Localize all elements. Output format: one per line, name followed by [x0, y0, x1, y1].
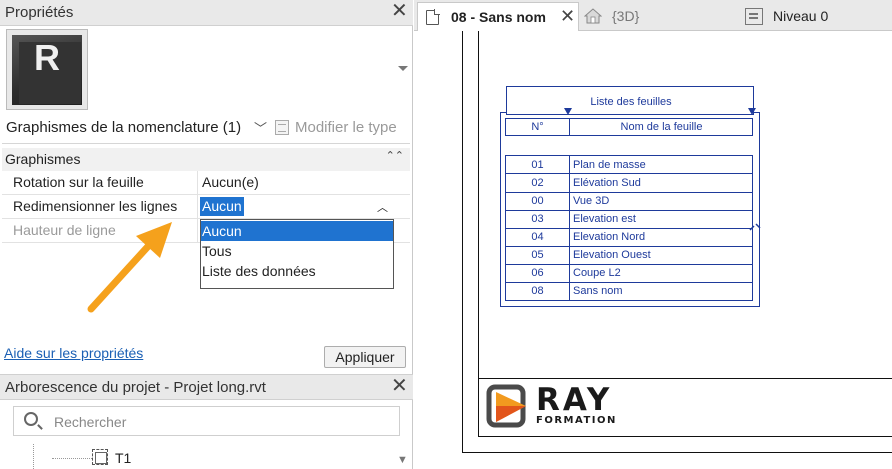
edit-type-icon	[275, 120, 289, 135]
schedule-row: 05 Elevation Ouest	[505, 246, 753, 265]
search-icon	[24, 412, 38, 426]
type-selector-label: Graphismes de la nomenclature (1)	[6, 119, 242, 136]
sheet-inner-border-bottom	[478, 436, 892, 437]
tab-sheet-08[interactable]: 08 - Sans nom ✕	[417, 2, 579, 31]
sheet-name: Coupe L2	[573, 267, 621, 279]
sheet-name: Sans nom	[573, 285, 623, 297]
sheet-name: Elevation est	[573, 213, 636, 225]
close-icon[interactable]: ✕	[391, 1, 408, 21]
project-browser-search[interactable]: Rechercher	[13, 406, 400, 436]
column-header-name: Nom de la feuille	[620, 121, 703, 133]
sheet-number: 02	[506, 174, 570, 192]
properties-header: Propriétés ✕	[0, 0, 413, 26]
logo-sub-text: FORMATION	[536, 415, 617, 426]
group-label: Graphismes	[5, 151, 81, 167]
collapse-icon[interactable]: ⌃⌃	[386, 149, 404, 162]
floor-plan-icon	[745, 8, 763, 25]
edit-type-button[interactable]: Modifier le type	[272, 116, 410, 140]
ray-formation-logo: RAY FORMATION	[486, 384, 616, 430]
schedule-title-cell[interactable]: Liste des feuilles	[506, 86, 754, 115]
help-properties-link[interactable]: Aide sur les propriétés	[4, 345, 143, 361]
view-tabs: 08 - Sans nom ✕ {3D} Niveau 0	[414, 0, 892, 31]
edit-type-label: Modifier le type	[295, 119, 397, 136]
schedule-row: 04 Elevation Nord	[505, 228, 753, 247]
sheet-name: Elevation Ouest	[573, 249, 651, 261]
property-name: Redimensionner les lignes	[13, 198, 178, 214]
sheet-number: 01	[506, 156, 570, 174]
chevron-down-icon[interactable]: ﹀	[254, 118, 267, 137]
chevron-up-icon[interactable]: ︿	[377, 199, 388, 215]
close-tab-icon[interactable]: ✕	[560, 6, 575, 27]
ray-logo-icon	[486, 384, 526, 428]
split-handle-icon[interactable]	[748, 220, 762, 234]
tab-label: 08 - Sans nom	[451, 9, 546, 25]
property-row-rotation[interactable]: Rotation sur la feuille Aucun(e)	[2, 171, 410, 195]
type-selector[interactable]: Graphismes de la nomenclature (1) ﹀	[2, 116, 268, 140]
schedule-row: 02 Elévation Sud	[505, 174, 753, 193]
tab-label: Niveau 0	[773, 8, 829, 24]
column-header-num: N°	[506, 119, 570, 135]
property-name: Rotation sur la feuille	[13, 174, 144, 190]
resize-grip-icon[interactable]	[564, 108, 572, 115]
sheet-border	[462, 31, 463, 453]
dropdown-option-liste-donnees[interactable]: Liste des données	[201, 261, 393, 281]
apply-button[interactable]: Appliquer	[324, 346, 406, 368]
group-header-graphismes[interactable]: Graphismes ⌃⌃	[2, 148, 410, 171]
sheet-number: 08	[506, 282, 570, 300]
project-browser-header: Arborescence du projet - Projet long.rvt…	[0, 374, 413, 400]
sheet-border-bottom	[462, 452, 892, 453]
sheet-inner-border	[478, 31, 479, 437]
schedule-row: 08 Sans nom	[505, 282, 753, 301]
schedule-title: Liste des feuilles	[590, 96, 672, 108]
sheet-number: 06	[506, 264, 570, 282]
properties-title: Propriétés	[5, 4, 74, 21]
tab-label: {3D}	[612, 8, 640, 24]
schedule-row: 03 Elevation est	[505, 210, 753, 229]
sheet-name: Vue 3D	[573, 195, 610, 207]
tree-item-t1[interactable]: T1	[115, 450, 131, 466]
divider	[2, 143, 410, 144]
schedule-row: 00 Vue 3D	[505, 192, 753, 211]
sheet-name: Elevation Nord	[573, 231, 646, 243]
scroll-down-icon[interactable]: ▼	[397, 454, 408, 466]
schedule-row: 06 Coupe L2	[505, 264, 753, 283]
resize-grip-icon[interactable]	[748, 108, 756, 115]
sheet-number: 03	[506, 210, 570, 228]
dropdown-option-tous[interactable]: Tous	[201, 241, 393, 261]
sheet-name: Elévation Sud	[573, 177, 641, 189]
tab-niveau-0[interactable]: Niveau 0	[742, 2, 882, 31]
logo-main-text: RAY	[536, 382, 613, 418]
property-value[interactable]: Aucun(e)	[202, 174, 259, 190]
sheet-number: 00	[506, 192, 570, 210]
sheet-icon	[92, 449, 108, 465]
sheet-number: 04	[506, 228, 570, 246]
resize-lines-combobox[interactable]: Aucun ︿	[200, 196, 392, 217]
tab-3d[interactable]: {3D}	[579, 2, 729, 31]
type-dropdown-arrow-icon[interactable]	[398, 66, 408, 71]
dropdown-option-aucun[interactable]: Aucun	[201, 221, 393, 241]
3d-view-house-icon	[584, 8, 602, 24]
dropdown-list[interactable]: Aucun Tous Liste des données	[200, 219, 394, 289]
revit-family-thumbnail: R	[6, 29, 88, 110]
schedule-header-row: N° Nom de la feuille	[505, 118, 753, 136]
title-block-line	[478, 378, 892, 379]
sheet-number: 05	[506, 246, 570, 264]
combobox-selected-value[interactable]: Aucun	[200, 197, 244, 216]
orange-arrow-annotation	[87, 222, 172, 313]
close-icon[interactable]: ✕	[391, 376, 408, 396]
sheet-icon	[426, 9, 440, 25]
sheet-name: Plan de masse	[573, 159, 646, 171]
project-browser-title: Arborescence du projet - Projet long.rvt	[5, 379, 266, 396]
view-area: 08 - Sans nom ✕ {3D} Niveau 0 Liste des …	[414, 0, 892, 469]
schedule-row: 01 Plan de masse	[505, 155, 753, 174]
revit-r-logo: R	[34, 37, 60, 78]
properties-palette: Propriétés ✕ R Graphismes de la nomencla…	[0, 0, 413, 469]
search-placeholder: Rechercher	[54, 414, 127, 430]
